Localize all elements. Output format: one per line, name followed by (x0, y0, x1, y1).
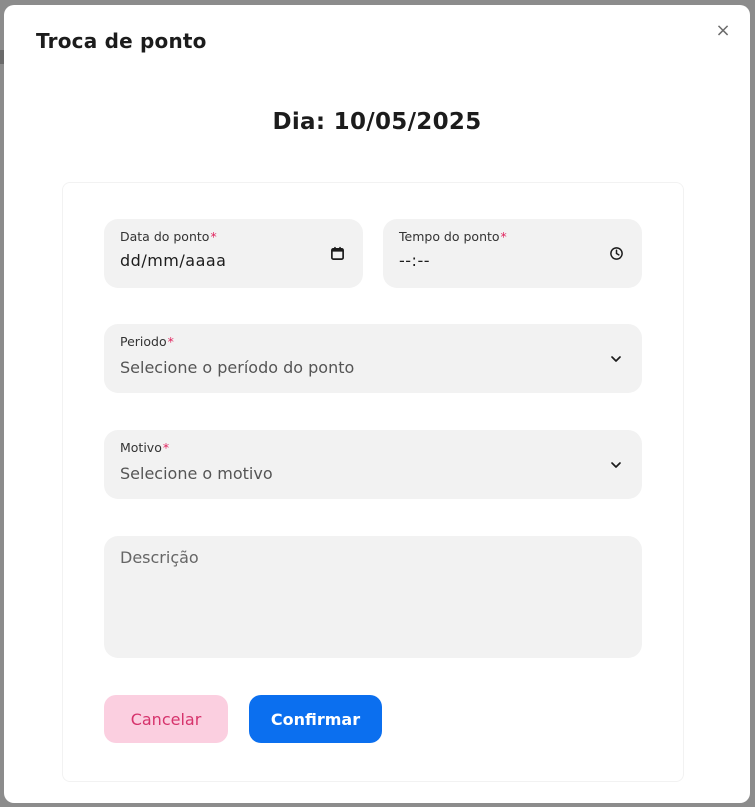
required-mark: * (162, 440, 170, 455)
required-mark: * (500, 229, 507, 244)
chevron-down-icon[interactable] (608, 457, 624, 473)
calendar-icon[interactable] (329, 246, 345, 262)
close-icon: × (715, 19, 731, 41)
clock-icon[interactable] (608, 246, 624, 262)
period-placeholder: Selecione o período do ponto (120, 358, 355, 377)
day-heading: Dia: 10/05/2025 (272, 109, 482, 135)
date-input[interactable]: dd/mm/aaaa (120, 251, 226, 270)
reason-field-label: Motivo* (120, 440, 170, 455)
time-field-label: Tempo do ponto* (399, 229, 507, 244)
date-field[interactable]: Data do ponto* dd/mm/aaaa (104, 219, 363, 288)
chevron-down-icon[interactable] (608, 351, 624, 367)
modal-title: Troca de ponto (36, 29, 207, 53)
description-placeholder: Descrição (120, 548, 199, 567)
description-textarea[interactable]: Descrição (104, 536, 642, 658)
cancel-button[interactable]: Cancelar (104, 695, 228, 743)
period-field-label: Periodo* (120, 334, 174, 349)
reason-placeholder: Selecione o motivo (120, 464, 273, 483)
required-mark: * (167, 334, 174, 349)
required-mark: * (210, 229, 217, 244)
confirm-button[interactable]: Confirmar (249, 695, 382, 743)
close-button[interactable]: × (712, 19, 734, 41)
time-input[interactable]: --:-- (399, 251, 430, 270)
time-field[interactable]: Tempo do ponto* --:-- (383, 219, 642, 288)
period-select[interactable]: Periodo* Selecione o período do ponto (104, 324, 642, 393)
reason-select[interactable]: Motivo* Selecione o motivo (104, 430, 642, 499)
date-field-label: Data do ponto* (120, 229, 217, 244)
